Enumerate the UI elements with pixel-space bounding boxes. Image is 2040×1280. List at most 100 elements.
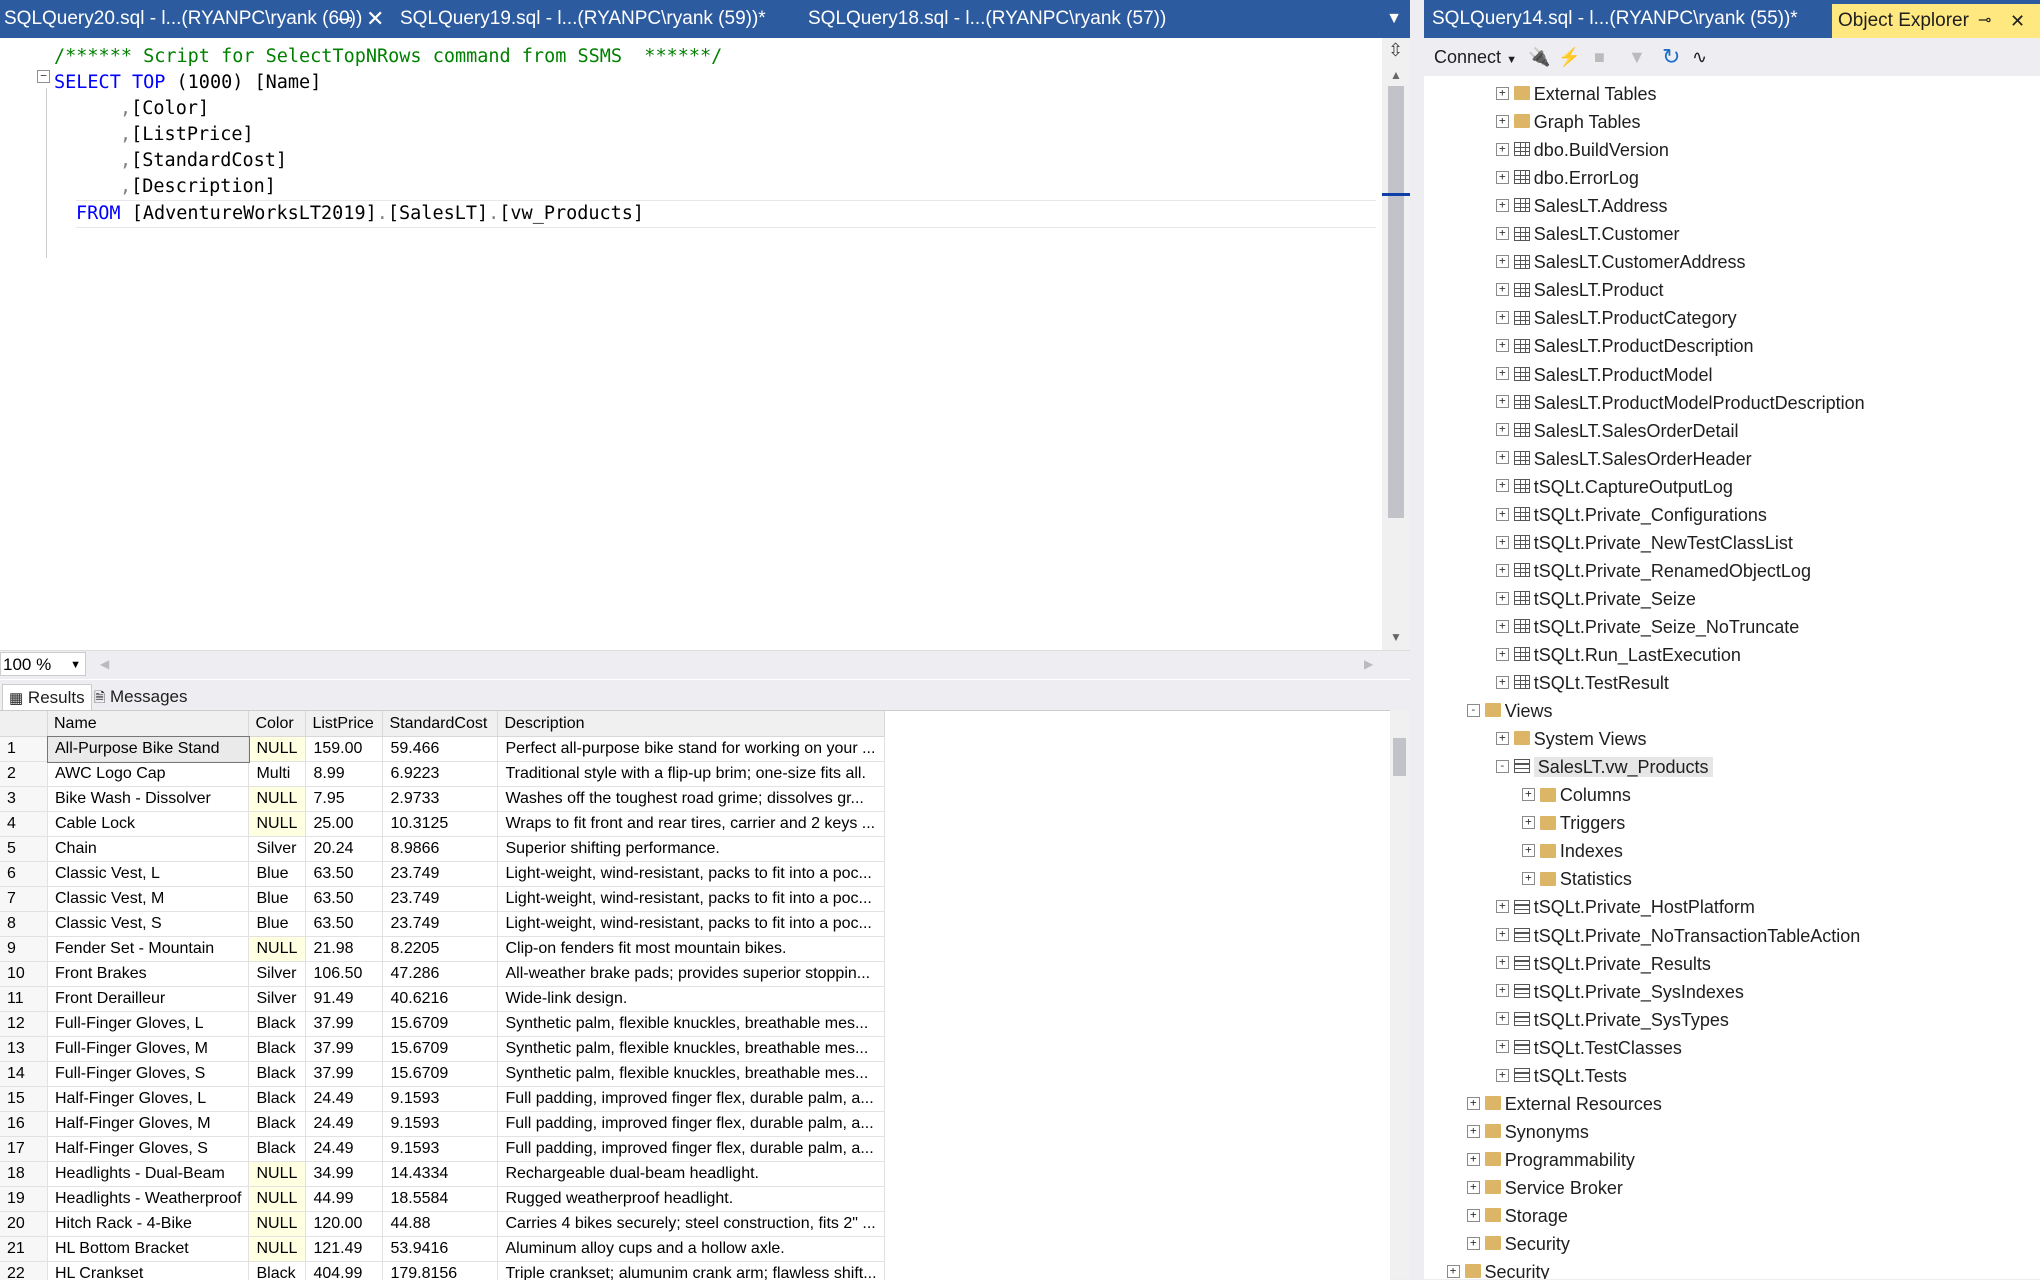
table-row[interactable]: 22HL CranksetBlack404.99179.8156Triple c… (0, 1262, 884, 1280)
grid-cell[interactable]: 179.8156 (383, 1262, 498, 1280)
row-number-cell[interactable]: 14 (0, 1062, 48, 1087)
row-number-cell[interactable]: 12 (0, 1012, 48, 1037)
expand-icon[interactable]: + (1496, 1040, 1509, 1053)
grid-cell[interactable]: 44.99 (306, 1187, 383, 1212)
grid-cell[interactable]: 20.24 (306, 837, 383, 862)
editor-scroll-thumb[interactable] (1388, 86, 1404, 518)
grid-cell[interactable]: Full padding, improved finger flex, dura… (498, 1087, 884, 1112)
grid-cell[interactable]: Carries 4 bikes securely; steel construc… (498, 1212, 884, 1237)
expand-icon[interactable]: + (1447, 1265, 1460, 1278)
grid-cell[interactable]: Hitch Rack - 4-Bike (48, 1212, 249, 1237)
grid-cell[interactable]: Blue (249, 887, 306, 912)
grid-cell[interactable]: Headlights - Weatherproof (48, 1187, 249, 1212)
expand-icon[interactable]: + (1496, 676, 1509, 689)
collapse-icon[interactable]: - (1467, 704, 1480, 717)
grid-cell[interactable]: 15.6709 (383, 1062, 498, 1087)
grid-cell[interactable]: NULL (249, 1162, 306, 1187)
column-header[interactable]: StandardCost (383, 711, 498, 737)
table-row[interactable]: 8Classic Vest, SBlue63.5023.749Light-wei… (0, 912, 884, 937)
grid-cell[interactable]: 34.99 (306, 1162, 383, 1187)
tree-node[interactable]: +SalesLT.ProductModel (1496, 361, 1713, 389)
table-row[interactable]: 10Front BrakesSilver106.5047.286All-weat… (0, 962, 884, 987)
grid-cell[interactable]: 8.99 (306, 762, 383, 787)
grid-cell[interactable]: Multi (249, 762, 306, 787)
tree-node[interactable]: +Statistics (1522, 865, 1632, 893)
grid-cell[interactable]: 25.00 (306, 812, 383, 837)
grid-cell[interactable]: 120.00 (306, 1212, 383, 1237)
tab-sqlquery18[interactable]: SQLQuery18.sql - l...(RYANPC\ryank (57)) (804, 0, 1178, 38)
grid-scroll-thumb[interactable] (1393, 738, 1406, 776)
activity-monitor-icon[interactable]: ∿ (1692, 38, 1707, 76)
tree-node[interactable]: +SalesLT.ProductCategory (1496, 304, 1737, 332)
expand-icon[interactable]: + (1496, 536, 1509, 549)
scroll-down-icon[interactable]: ▼ (1390, 630, 1402, 644)
tree-node[interactable]: +External Tables (1496, 80, 1657, 108)
grid-vertical-scrollbar[interactable] (1390, 710, 1410, 1279)
grid-cell[interactable]: Silver (249, 987, 306, 1012)
tree-node[interactable]: +SalesLT.Address (1496, 192, 1668, 220)
expand-icon[interactable]: + (1467, 1209, 1480, 1222)
grid-cell[interactable]: Rugged weatherproof headlight. (498, 1187, 884, 1212)
grid-cell[interactable]: Black (249, 1037, 306, 1062)
expand-icon[interactable]: + (1467, 1153, 1480, 1166)
tree-node[interactable]: +Synonyms (1467, 1118, 1589, 1146)
tree-node[interactable]: +Triggers (1522, 809, 1625, 837)
table-row[interactable]: 7Classic Vest, MBlue63.5023.749Light-wei… (0, 887, 884, 912)
pane-splitter[interactable] (1410, 0, 1424, 1279)
tree-node[interactable]: +tSQLt.CaptureOutputLog (1496, 473, 1733, 501)
grid-cell[interactable]: Front Brakes (48, 962, 249, 987)
grid-cell[interactable]: 10.3125 (383, 812, 498, 837)
row-number-cell[interactable]: 10 (0, 962, 48, 987)
grid-cell[interactable]: 63.50 (306, 912, 383, 937)
table-row[interactable]: 4Cable LockNULL25.0010.3125Wraps to fit … (0, 812, 884, 837)
expand-icon[interactable]: + (1496, 1069, 1509, 1082)
grid-cell[interactable]: Half-Finger Gloves, S (48, 1137, 249, 1162)
grid-cell[interactable]: Rechargeable dual-beam headlight. (498, 1162, 884, 1187)
grid-cell[interactable]: NULL (249, 1187, 306, 1212)
results-grid[interactable]: Name Color ListPrice StandardCost Descri… (0, 710, 1390, 1280)
tree-node[interactable]: +tSQLt.Private_Seize_NoTruncate (1496, 613, 1799, 641)
tree-node[interactable]: +dbo.BuildVersion (1496, 136, 1669, 164)
table-row[interactable]: 16Half-Finger Gloves, MBlack24.499.1593F… (0, 1112, 884, 1137)
grid-cell[interactable]: Headlights - Dual-Beam (48, 1162, 249, 1187)
tree-node[interactable]: +External Resources (1467, 1090, 1662, 1118)
grid-cell[interactable]: 8.2205 (383, 937, 498, 962)
expand-icon[interactable]: + (1496, 115, 1509, 128)
grid-cell[interactable]: 23.749 (383, 912, 498, 937)
table-row[interactable]: 14Full-Finger Gloves, SBlack37.9915.6709… (0, 1062, 884, 1087)
grid-cell[interactable]: Perfect all-purpose bike stand for worki… (498, 737, 884, 762)
object-explorer-title-tab[interactable]: Object Explorer ⊸ ✕ (1832, 4, 2040, 38)
table-row[interactable]: 11Front DerailleurSilver91.4940.6216Wide… (0, 987, 884, 1012)
row-number-cell[interactable]: 15 (0, 1087, 48, 1112)
stop-icon[interactable]: ■ (1594, 38, 1605, 76)
table-row[interactable]: 12Full-Finger Gloves, LBlack37.9915.6709… (0, 1012, 884, 1037)
expand-icon[interactable]: + (1496, 339, 1509, 352)
grid-cell[interactable]: Full-Finger Gloves, S (48, 1062, 249, 1087)
expand-icon[interactable]: + (1496, 199, 1509, 212)
expand-icon[interactable]: + (1496, 227, 1509, 240)
grid-cell[interactable]: 23.749 (383, 862, 498, 887)
grid-cell[interactable]: Black (249, 1062, 306, 1087)
tree-node[interactable]: +SalesLT.SalesOrderHeader (1496, 445, 1752, 473)
tree-node[interactable]: +tSQLt.Private_NoTransactionTableAction (1496, 922, 1861, 950)
table-row[interactable]: 18Headlights - Dual-BeamNULL34.9914.4334… (0, 1162, 884, 1187)
table-row[interactable]: 19Headlights - WeatherproofNULL44.9918.5… (0, 1187, 884, 1212)
column-header[interactable]: Name (48, 711, 249, 737)
row-number-cell[interactable]: 20 (0, 1212, 48, 1237)
grid-cell[interactable]: Washes off the toughest road grime; diss… (498, 787, 884, 812)
collapse-icon[interactable]: − (37, 70, 50, 83)
grid-cell[interactable]: 15.6709 (383, 1037, 498, 1062)
expand-icon[interactable]: + (1496, 255, 1509, 268)
grid-cell[interactable]: Wide-link design. (498, 987, 884, 1012)
tree-node[interactable]: +tSQLt.Private_Configurations (1496, 501, 1767, 529)
grid-cell[interactable]: Superior shifting performance. (498, 837, 884, 862)
row-number-cell[interactable]: 22 (0, 1262, 48, 1280)
expand-icon[interactable]: + (1522, 844, 1535, 857)
grid-cell[interactable]: Silver (249, 962, 306, 987)
row-number-header[interactable] (0, 711, 48, 737)
grid-cell[interactable]: 8.9866 (383, 837, 498, 862)
grid-cell[interactable]: 91.49 (306, 987, 383, 1012)
grid-cell[interactable]: Synthetic palm, flexible knuckles, breat… (498, 1037, 884, 1062)
disconnect-icon[interactable]: ⚡ (1558, 38, 1580, 76)
grid-cell[interactable]: 15.6709 (383, 1012, 498, 1037)
